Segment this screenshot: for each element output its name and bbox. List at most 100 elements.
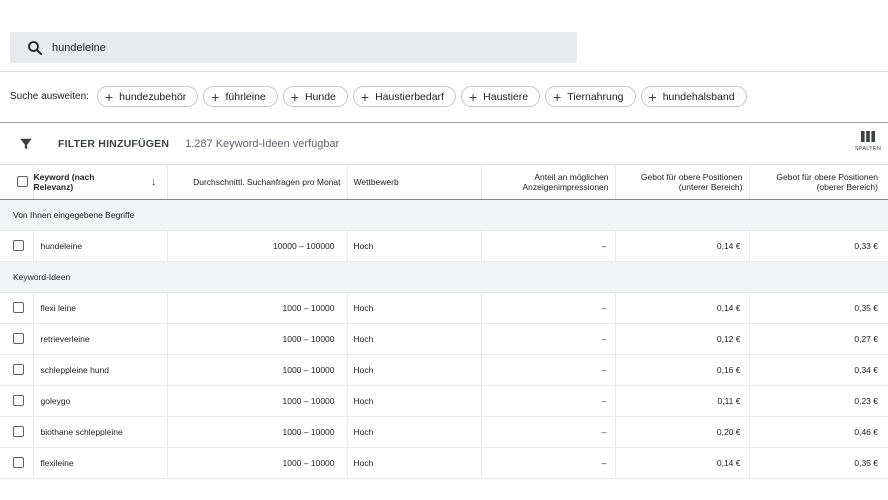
impression-share-cell: – [481,292,616,324]
bid-low-cell: 0,12 € [615,323,750,355]
columns-button[interactable]: SPALTEN [852,131,884,152]
expand-chip[interactable]: + hundezubehör [96,86,199,107]
table-row[interactable]: goleygo 1000 – 10000 Hoch –0,11 €0,23 € [0,385,888,417]
table-row[interactable]: biothane schleppleine 1000 – 10000 Hoch – 0,… [0,416,888,448]
expand-chip[interactable]: + Hunde [282,86,348,107]
group-title: Von Ihnen eingegebene Begriffe [0,199,888,231]
bid-high-cell: 0,46 € [749,416,888,448]
keyword-ideas-count: 1.287 Keyword-Ideen verfügbar [185,137,340,150]
plus-icon: + [648,88,657,105]
divider [0,71,888,72]
row-select-cell [0,323,34,355]
impression-share-cell: – [481,447,616,479]
add-filter-button[interactable]: FILTER HINZUFÜGEN [58,138,169,150]
searches-cell: 1000 – 10000 [167,292,348,324]
plus-icon: + [290,88,299,105]
competition-cell: Hoch [347,416,482,448]
bid-low-cell: 0,14 € [615,230,750,262]
header-keyword[interactable]: Keyword (nach Relevanz) ↓ [33,164,168,200]
bid-low-cell: 0,14 € [615,292,750,324]
bid-high-cell: 0,23 € [749,385,888,417]
expand-chip-label: Tiernahrung [567,90,624,103]
bid-high-cell: 0,35 € [749,447,888,479]
header-bid-high[interactable]: Gebot für obere Positionen (oberer Berei… [749,164,888,200]
table-group-row: Keyword-Ideen [0,261,888,293]
competition-cell: Hoch [347,354,482,386]
columns-label: SPALTEN [854,146,882,152]
searches-cell: 1000 – 10000 [167,354,348,386]
competition-cell: Hoch [347,447,482,479]
row-checkbox[interactable] [13,332,24,344]
table-row[interactable]: flexileine 1000 – 10000 Hoch –0,14 €0,35 € [0,447,888,479]
bid-high-cell: 0,35 € [749,292,888,324]
keyword-table: Keyword (nach Relevanz) ↓ Durchschnittl. … [0,164,888,479]
bid-high-cell: 0,34 € [749,354,888,386]
header-competition[interactable]: Wettbewerb [347,164,482,200]
bid-low-cell: 0,14 € [615,447,750,479]
keyword-cell: retrieverleine [33,323,168,355]
searches-cell: 10000 – 100000 [167,230,348,262]
keyword-cell: goleygo [33,385,168,417]
plus-icon: + [468,88,478,105]
expand-chip-label: Haustiere [483,90,529,103]
keyword-cell: biothane schleppleine [33,416,168,448]
keyword-cell: flexi leine [33,292,168,324]
table-row[interactable]: flexi leine 1000 – 10000 Hoch –0,14 €0,35 € [0,292,888,324]
bid-high-cell: 0,27 € [749,323,888,355]
expand-chip[interactable]: + führleine [203,86,278,107]
search-input[interactable]: hundeleine [10,32,577,63]
bid-low-cell: 0,16 € [615,354,750,386]
expand-chip-label: hundezubehör [119,90,187,103]
table-row[interactable]: hundeleine 10000 – 100000 Hoch –0,14 €0,33 … [0,230,888,262]
columns-icon [861,131,875,142]
plus-icon: + [104,88,114,105]
row-select-cell [0,416,34,448]
searches-cell: 1000 – 10000 [167,385,348,417]
expand-search-label: Suche ausweiten: [10,91,89,102]
keyword-cell: schleppleine hund [33,354,168,386]
row-checkbox[interactable] [13,239,24,251]
table-group-row: Von Ihnen eingegebene Begriffe [0,199,888,231]
expand-chip[interactable]: + Haustiere [460,86,541,107]
plus-icon: + [553,88,562,105]
expand-chip-label: Hunde [304,90,336,103]
row-select-cell [0,385,34,417]
row-checkbox[interactable] [13,394,24,406]
select-all-checkbox[interactable] [17,175,29,187]
group-title: Keyword-Ideen [0,261,888,293]
searches-cell: 1000 – 10000 [167,416,348,448]
impression-share-cell: – [481,416,616,448]
impression-share-cell: – [481,385,616,417]
row-select-cell [0,354,34,386]
impression-share-cell: – [481,354,616,386]
searches-cell: 1000 – 10000 [167,323,348,355]
table-row[interactable]: retrieverleine 1000 – 10000 Hoch –0,12 €0,2… [0,323,888,355]
row-checkbox[interactable] [13,363,24,375]
expand-chip[interactable]: + hundehalsband [640,86,747,107]
keyword-cell: flexileine [33,447,168,479]
competition-cell: Hoch [347,323,482,355]
filter-toolbar: FILTER HINZUFÜGEN 1.287 Keyword-Ideen ve… [0,122,888,164]
expand-chip-label: Haustierbedarf [375,90,444,103]
search-value: hundeleine [52,41,106,54]
expand-chip[interactable]: + Haustierbedarf [352,86,456,107]
row-checkbox[interactable] [13,425,24,437]
header-impression-share[interactable]: Anteil an möglichen Anzeigenimpressionen [481,164,616,200]
header-searches[interactable]: Durchschnittl. Suchanfragen pro Monat [167,164,348,200]
expand-chip[interactable]: + Tiernahrung [545,86,636,107]
select-all-cell [0,164,34,200]
impression-share-cell: – [481,323,616,355]
row-select-cell [0,230,34,262]
expand-chip-label: hundehalsband [662,90,735,103]
row-checkbox[interactable] [13,301,24,313]
searches-cell: 1000 – 10000 [167,447,348,479]
expand-search-row: Suche ausweiten: + hundezubehör + führleine… [10,86,752,107]
table-row[interactable]: schleppleine hund 1000 – 10000 Hoch –0,16 €… [0,354,888,386]
competition-cell: Hoch [347,230,482,262]
header-bid-low[interactable]: Gebot für obere Positionen (unterer Bere… [615,164,750,200]
row-checkbox[interactable] [13,456,24,468]
sort-arrow-icon: ↓ [151,176,157,188]
bid-high-cell: 0,33 € [749,230,888,262]
header-keyword-label: Keyword (nach Relevanz) [33,172,95,192]
filter-icon[interactable] [19,137,33,151]
